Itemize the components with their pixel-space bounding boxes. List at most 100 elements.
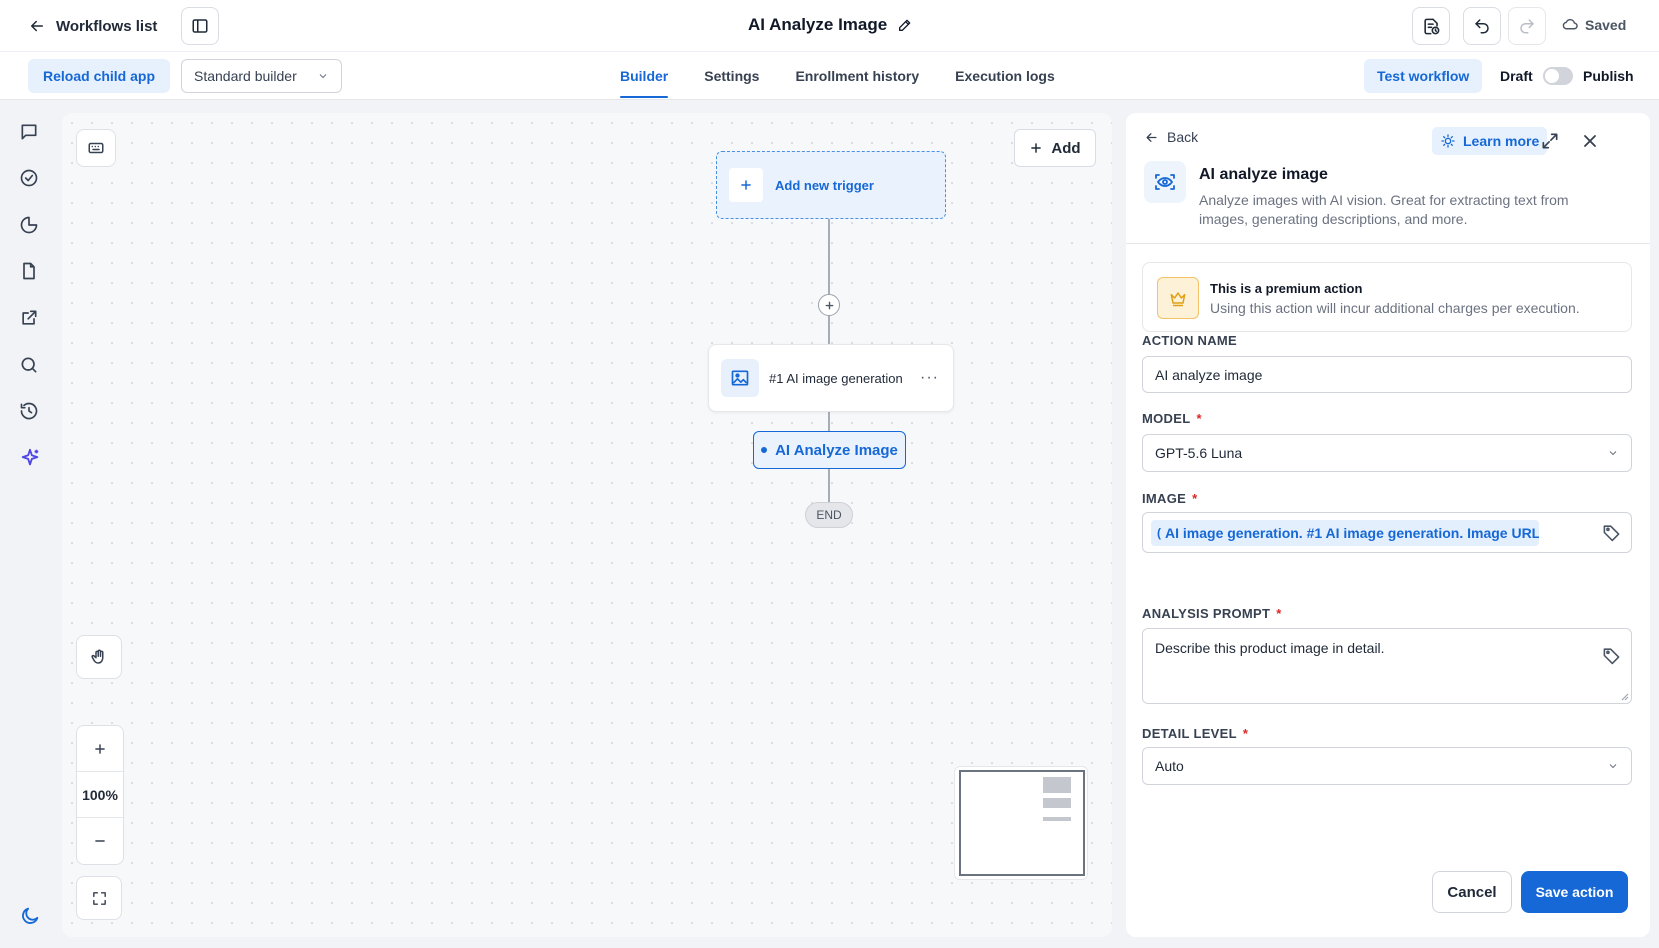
learn-more-label: Learn more [1463,133,1540,149]
cancel-button[interactable]: Cancel [1432,871,1512,913]
chat-icon[interactable] [19,122,41,144]
sidebar-panel-icon [192,19,208,33]
zoom-out-button[interactable] [77,818,123,864]
pan-mode-button[interactable] [76,635,122,679]
tab-builder[interactable]: Builder [620,52,669,100]
redo-button[interactable] [1508,7,1546,45]
zoom-controls: 100% [76,725,124,865]
ai-vision-icon [1144,161,1186,203]
divider [1126,243,1650,244]
crown-icon [1157,277,1199,319]
minimap-node [1043,817,1071,821]
tab-enrollment-history[interactable]: Enrollment history [795,52,919,100]
pie-chart-icon[interactable] [19,215,41,237]
publish-toggle[interactable] [1543,67,1573,85]
reload-child-app-button[interactable]: Reload child app [28,59,171,93]
minus-icon [95,840,105,842]
selected-indicator-dot [761,447,768,453]
selected-node-ai-analyze-image[interactable]: AI Analyze Image [753,431,906,469]
panel-back-button[interactable]: Back [1144,129,1198,145]
top-bar: Workflows list AI Analyze Image Saved [0,0,1659,52]
minimap-node [1043,798,1071,808]
premium-title: This is a premium action [1210,281,1363,296]
zoom-level: 100% [77,772,123,818]
plus-icon [1031,143,1042,153]
workflow-canvas[interactable]: Add Add new trigger #1 AI image generati… [62,113,1112,937]
minimap-node [1043,777,1071,793]
builder-mode-value: Standard builder [194,68,297,84]
trigger-label: Add new trigger [775,177,874,193]
variable-chip[interactable]: ( AI image generation. #1 AI image gener… [1151,519,1539,546]
image-label: IMAGE * [1142,491,1198,506]
panel-description: Analyze images with AI vision. Great for… [1199,192,1569,227]
expand-panel-icon[interactable] [1540,131,1564,155]
analysis-prompt-textarea[interactable]: Describe this product image in detail. [1142,628,1632,704]
end-node: END [805,502,853,528]
toggle-sidebar-button[interactable] [181,7,219,45]
search-icon[interactable] [19,355,41,377]
keyboard-shortcuts-button[interactable] [76,129,116,167]
minimap[interactable] [954,766,1088,880]
insert-step-button[interactable] [818,294,840,316]
document-clock-icon [1423,18,1439,34]
save-status: Saved [1562,16,1626,33]
lightbulb-icon [1441,134,1455,148]
save-status-text: Saved [1585,16,1627,33]
pencil-edit-icon[interactable] [897,17,913,33]
draft-label: Draft [1500,68,1533,84]
moon-icon[interactable] [19,905,41,927]
undo-button[interactable] [1463,7,1501,45]
left-rail [0,100,60,948]
resize-handle-icon[interactable] [1619,691,1629,701]
action-config-panel: Back Learn more AI analyze image Analyze… [1126,113,1650,937]
keyboard-icon [88,142,104,154]
fit-view-button[interactable] [76,876,122,920]
plus-icon [729,168,763,202]
document-icon[interactable] [19,261,41,283]
tag-icon[interactable] [1602,523,1621,542]
workflow-title[interactable]: AI Analyze Image [748,15,913,35]
sparkle-icon[interactable] [19,447,41,469]
arrow-left-icon [31,20,43,32]
zoom-in-button[interactable] [77,726,123,772]
save-action-button[interactable]: Save action [1521,871,1628,913]
detail-level-label: DETAIL LEVEL * [1142,726,1249,741]
node-label: #1 AI image generation [769,370,903,386]
version-history-button[interactable] [1412,7,1450,45]
learn-more-button[interactable]: Learn more [1432,127,1548,155]
connector-line [828,469,830,502]
main-tabs: Builder Settings Enrollment history Exec… [620,52,1091,100]
external-link-icon[interactable] [19,308,41,330]
tag-icon[interactable] [1602,646,1621,665]
workflows-list-back-button[interactable]: Workflows list [28,12,157,40]
action-name-value: AI analyze image [1155,366,1263,383]
chip-truncation-mark: ( [1157,525,1161,540]
history-icon[interactable] [19,401,41,423]
image-input[interactable]: ( AI image generation. #1 AI image gener… [1142,512,1632,553]
model-label: MODEL * [1142,411,1202,426]
analysis-prompt-value: Describe this product image in detail. [1155,640,1385,656]
workflow-title-text: AI Analyze Image [748,15,888,34]
premium-description: Using this action will incur additional … [1210,300,1580,316]
tab-settings[interactable]: Settings [704,52,759,100]
workflow-node-ai-image-generation[interactable]: #1 AI image generation ··· [708,344,954,412]
tab-execution-logs[interactable]: Execution logs [955,52,1055,100]
add-button-label: Add [1051,139,1081,157]
detail-level-value: Auto [1155,758,1184,774]
add-new-trigger-node[interactable]: Add new trigger [716,151,946,219]
action-name-input[interactable]: AI analyze image [1142,356,1632,393]
test-workflow-button[interactable]: Test workflow [1364,59,1483,93]
workflows-list-label: Workflows list [56,17,158,35]
more-options-icon[interactable]: ··· [920,369,939,387]
model-value: GPT-5.6 Luna [1155,445,1243,461]
detail-level-select[interactable]: Auto [1142,747,1632,785]
builder-mode-select[interactable]: Standard builder [181,59,342,93]
analysis-prompt-label: ANALYSIS PROMPT * [1142,606,1282,621]
check-circle-icon[interactable] [19,168,41,190]
add-button[interactable]: Add [1014,129,1096,167]
panel-title: AI analyze image [1199,166,1328,183]
model-select[interactable]: GPT-5.6 Luna [1142,434,1632,472]
plus-icon [825,301,833,309]
redo-icon [1520,19,1534,34]
close-icon[interactable] [1580,131,1604,155]
